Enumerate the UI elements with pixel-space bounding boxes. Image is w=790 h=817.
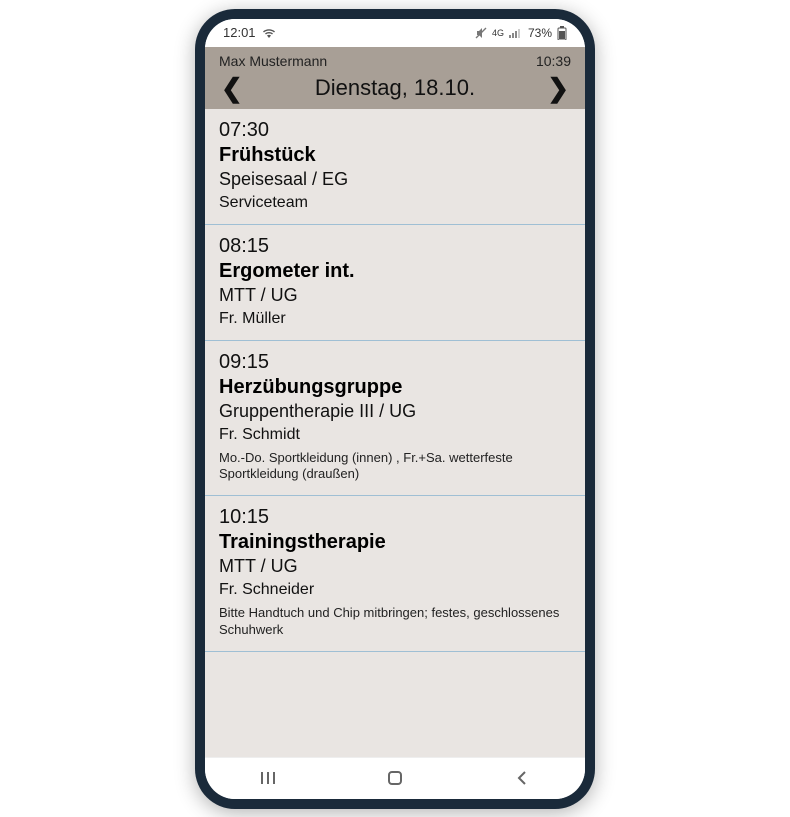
app-header: Max Mustermann 10:39 ❮ Dienstag, 18.10. … xyxy=(205,47,585,109)
entry-time: 07:30 xyxy=(219,119,571,142)
signal-icon xyxy=(509,28,523,38)
entry-time: 08:15 xyxy=(219,235,571,258)
entry-instructor: Serviceteam xyxy=(219,194,571,212)
entry-location: MTT / UG xyxy=(219,556,571,577)
phone-screen: 12:01 4G 73% Max Must xyxy=(205,19,585,799)
entry-title: Trainingstherapie xyxy=(219,531,571,554)
app-header-top: Max Mustermann 10:39 xyxy=(215,51,575,71)
prev-day-button[interactable]: ❮ xyxy=(217,75,247,101)
status-right: 4G 73% xyxy=(475,26,567,40)
battery-label: 73% xyxy=(528,26,552,40)
entry-note: Bitte Handtuch und Chip mitbringen; fest… xyxy=(219,605,571,639)
status-left: 12:01 xyxy=(223,25,276,40)
status-bar: 12:01 4G 73% xyxy=(205,19,585,47)
schedule-entry[interactable]: 10:15 Trainingstherapie MTT / UG Fr. Sch… xyxy=(205,496,585,652)
entry-title: Ergometer int. xyxy=(219,260,571,283)
next-day-button[interactable]: ❯ xyxy=(543,75,573,101)
entry-location: Gruppentherapie III / UG xyxy=(219,401,571,422)
date-title: Dienstag, 18.10. xyxy=(315,75,475,101)
back-button[interactable] xyxy=(502,758,542,798)
entry-time: 10:15 xyxy=(219,506,571,529)
network-label: 4G xyxy=(492,28,504,38)
schedule-entry[interactable]: 07:30 Frühstück Speisesaal / EG Servicet… xyxy=(205,109,585,225)
wifi-icon xyxy=(262,27,276,39)
recent-apps-button[interactable] xyxy=(248,758,288,798)
app-clock: 10:39 xyxy=(536,53,571,69)
entry-title: Herzübungsgruppe xyxy=(219,376,571,399)
home-button[interactable] xyxy=(375,758,415,798)
entry-instructor: Fr. Schneider xyxy=(219,581,571,599)
user-name: Max Mustermann xyxy=(219,53,327,69)
phone-frame: 12:01 4G 73% Max Must xyxy=(195,9,595,809)
date-nav: ❮ Dienstag, 18.10. ❯ xyxy=(215,71,575,101)
schedule-entry[interactable]: 08:15 Ergometer int. MTT / UG Fr. Müller xyxy=(205,225,585,341)
entry-time: 09:15 xyxy=(219,351,571,374)
mute-icon xyxy=(475,27,487,39)
android-nav-bar xyxy=(205,757,585,799)
schedule-list[interactable]: 07:30 Frühstück Speisesaal / EG Servicet… xyxy=(205,109,585,757)
status-time: 12:01 xyxy=(223,25,256,40)
entry-location: Speisesaal / EG xyxy=(219,169,571,190)
entry-title: Frühstück xyxy=(219,144,571,167)
entry-location: MTT / UG xyxy=(219,285,571,306)
entry-instructor: Fr. Müller xyxy=(219,310,571,328)
battery-icon xyxy=(557,26,567,40)
entry-instructor: Fr. Schmidt xyxy=(219,426,571,444)
entry-note: Mo.-Do. Sportkleidung (innen) , Fr.+Sa. … xyxy=(219,450,571,484)
schedule-entry[interactable]: 09:15 Herzübungsgruppe Gruppentherapie I… xyxy=(205,341,585,497)
